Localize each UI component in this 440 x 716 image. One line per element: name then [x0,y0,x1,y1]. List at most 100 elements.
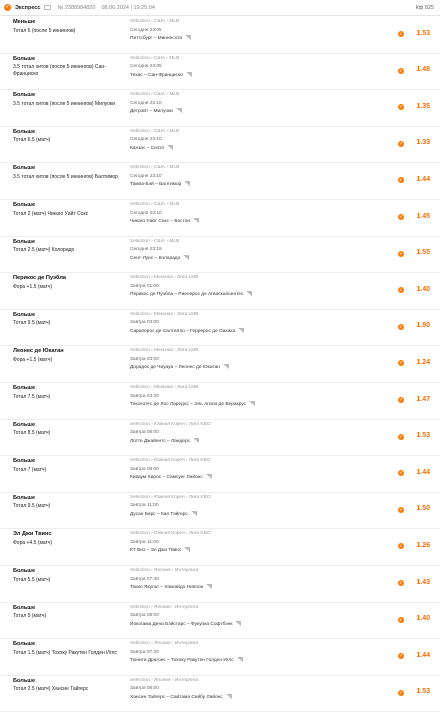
bet-row[interactable]: Больше 3.5 тотал хитов (после 5 иннингов)… [0,53,440,91]
breadcrumb[interactable]: Selection › Южная Корея › Лига KBO [130,495,211,500]
breadcrumb[interactable]: Selection › Южная Корея › Лига KBO [130,458,211,463]
breadcrumb[interactable]: Selection › Мексика › Лига LMB [130,275,198,280]
odds-value: 1.40 [416,285,430,293]
stats-icon[interactable] [206,584,213,589]
bet-selection: Меньше [13,19,36,25]
bet-selection: Леонес де Юкатан [13,348,64,355]
bet-market: Тотал 7.5 (матч) [13,393,51,400]
stats-icon[interactable] [222,364,229,370]
breadcrumb[interactable]: Selection › США › MLB [130,165,179,170]
event-teams[interactable]: Перикос де Пуэбла – Риелерос де Агваскал… [130,291,253,298]
bet-row[interactable]: Больше Тотал 2 (матч) Чикаго Уайт Сокс Sel… [0,199,440,237]
bet-row[interactable]: Больше Тотал 9.5 (матч) Selection › Мексик… [0,309,440,347]
breadcrumb[interactable]: Selection › Япония › Интерлига [130,641,198,646]
result-icon: ✓ [398,287,404,294]
stats-icon[interactable] [167,144,174,150]
bet-row[interactable]: Леонес де Юкатан Фора +1.5 (матч) Selectio… [0,345,440,383]
event-teams[interactable]: Тампа-Бэй – Балтимор [130,181,191,187]
breadcrumb[interactable]: Selection › Япония › Интерлига [130,678,198,683]
stats-icon[interactable] [190,510,197,516]
event-teams[interactable]: Питтсбург – Миннесота [130,35,192,41]
breadcrumb[interactable]: Selection › Южная Корея › Лига KBO [130,531,211,536]
bet-market: Тотал 1.5 (матч) Тохоку Ракутен Голден И… [13,649,117,656]
event-teams[interactable]: Текзлотес де Лос Ларедос – Эль Агила де … [130,401,255,407]
stats-icon[interactable] [185,35,192,40]
event-teams[interactable]: Токио Якульт – Хоккайдо Ниппон [130,584,213,590]
bet-row[interactable]: Больше Тотал 8.5 (матч) Selection › Южная … [0,419,440,457]
bet-row[interactable]: Больше 3.5 тотал хитов (после 5 иннингов)… [0,162,440,200]
event-teams[interactable]: Канзас – Сиэтл [130,144,174,151]
stats-icon[interactable] [185,71,192,77]
event-teams[interactable]: Дорадос де Чиуауа – Леонес де Юкатан [130,364,229,370]
bet-row[interactable]: Эл Джи Твинс Фора +4.5 (матч) Selection › … [0,528,440,566]
event-teams[interactable]: Детройт – Милуоки [130,108,182,114]
breadcrumb[interactable]: Selection › США › MLB [130,19,179,24]
bet-selection: Больше [13,385,36,391]
bet-row[interactable]: Больше Тотал 2.5 (матч) Хансин Тайгерс Sel… [0,675,440,713]
event-teams[interactable]: Чикаго Уайт Сокс – Бостон [130,218,200,224]
event-teams[interactable]: Дусан Бирс – Кая Тайгерс [130,510,197,517]
event-time: Сегодня 23:05 [130,27,162,33]
stats-icon[interactable] [246,291,253,297]
stats-icon[interactable] [236,657,243,663]
breadcrumb[interactable]: Selection › Южная Корея › Лига KBO [130,422,211,427]
odds-value: 1.53 [416,29,430,37]
result-icon: ✓ [398,543,404,550]
bet-row[interactable]: Больше Тотал 2.5 (матч) Колорадо Selection… [0,236,440,274]
result-icon: ✓ [398,67,404,74]
event-teams[interactable]: Хансин Тайгерс – Сайтама Сейбу Лайонс [130,693,232,700]
event-teams[interactable]: Тюнити Драгонс – Тохоку Ракутен Голден И… [130,657,243,663]
breadcrumb[interactable]: Selection › Япония › Интерлига [130,605,198,610]
bet-row[interactable]: Больше Тотал 1.5 (матч) Тохоку Ракутен Го… [0,638,440,676]
stats-icon[interactable] [225,693,232,699]
result-icon: ✓ [398,397,404,403]
breadcrumb[interactable]: Selection › Мексика › Лига LMB [130,385,198,390]
stats-icon[interactable] [193,218,200,223]
bet-row[interactable]: Перикос де Пуэбла Фора +1.5 (матч) Selecti… [0,272,440,310]
breadcrumb[interactable]: Selection › Мексика › Лига LMB [130,312,198,317]
breadcrumb[interactable]: Selection › США › MLB [130,239,179,244]
event-time: Завтра 03:00 [130,320,159,326]
event-teams-label: Перикос де Пуэбла – Риелерос де Агваскал… [130,292,244,298]
result-icon: ✓ [398,470,404,477]
event-teams-label: Канзас – Сиэтл [130,145,165,151]
stats-icon[interactable] [184,547,191,553]
odds-value: 1.53 [416,432,430,440]
result-icon: ✓ [398,433,404,440]
breadcrumb[interactable]: Selection › Мексика › Лига LMB [130,348,198,353]
stats-icon[interactable] [193,437,200,443]
breadcrumb[interactable]: Selection › США › MLB [130,92,179,97]
event-teams[interactable]: Йокогама Дена Бэйстарс – Фукуока Софтбэн… [130,620,242,627]
stats-icon[interactable] [235,620,242,626]
result-icon: ✓ [398,616,404,623]
bet-market: Фора +1.5 (матч) [13,283,53,290]
bet-market: 3.5 тотал хитов (после 5 иннингов) Балти… [13,173,118,180]
stats-icon[interactable] [238,327,245,333]
bet-row[interactable]: Больше Тотал 5 (матч) Selection › Япония ›… [0,602,440,640]
event-teams[interactable]: Техас – Сан-Франциско [130,71,192,78]
result-icon: ✓ [398,31,404,37]
event-teams[interactable]: Сараперос де Салтилло – Геррерос де Оаха… [130,327,245,334]
bet-market: Тотал 9.5 (матч) [13,320,51,327]
event-teams[interactable]: КТ Виз – Эл Джи Твинс [130,547,191,553]
breadcrumb[interactable]: Selection › США › MLB [130,202,179,207]
breadcrumb[interactable]: Selection › США › MLB [130,129,179,134]
bet-row[interactable]: Больше Тотал 9.5 (матч) Selection › Южная … [0,492,440,530]
event-teams[interactable]: Сент-Луис – Колорадо [130,254,190,261]
bet-row[interactable]: Больше 3.5 тотал хитов (после 5 иннингов)… [0,89,440,127]
stats-icon[interactable] [205,474,212,480]
copy-icon[interactable] [44,5,52,10]
bet-row[interactable]: Больше Тотал 7.5 (матч) Selection › Мексик… [0,382,440,420]
stats-icon[interactable] [183,254,190,260]
bet-row[interactable]: Больше Тотал 7 (матч) Selection › Южная Ко… [0,455,440,493]
event-teams[interactable]: Лотте Джайентс – Ландерс [130,437,200,444]
event-teams[interactable]: Киваум Хирос – Самсунг Лайонс [130,474,212,480]
breadcrumb[interactable]: Selection › Япония › Интерлига [130,568,198,573]
bet-row[interactable]: Больше Тотал 5.5 (матч) Selection › Япония… [0,565,440,603]
bet-row[interactable]: Больше Тотал 6.5 (матч) Selection › США › … [0,126,440,164]
stats-icon[interactable] [248,401,255,406]
breadcrumb[interactable]: Selection › США › MLB [130,56,179,61]
stats-icon[interactable] [175,108,182,114]
stats-icon[interactable] [184,181,191,187]
bet-row[interactable]: Меньше Тотал 6 (после 5 иннингов) Selectio… [0,16,440,54]
